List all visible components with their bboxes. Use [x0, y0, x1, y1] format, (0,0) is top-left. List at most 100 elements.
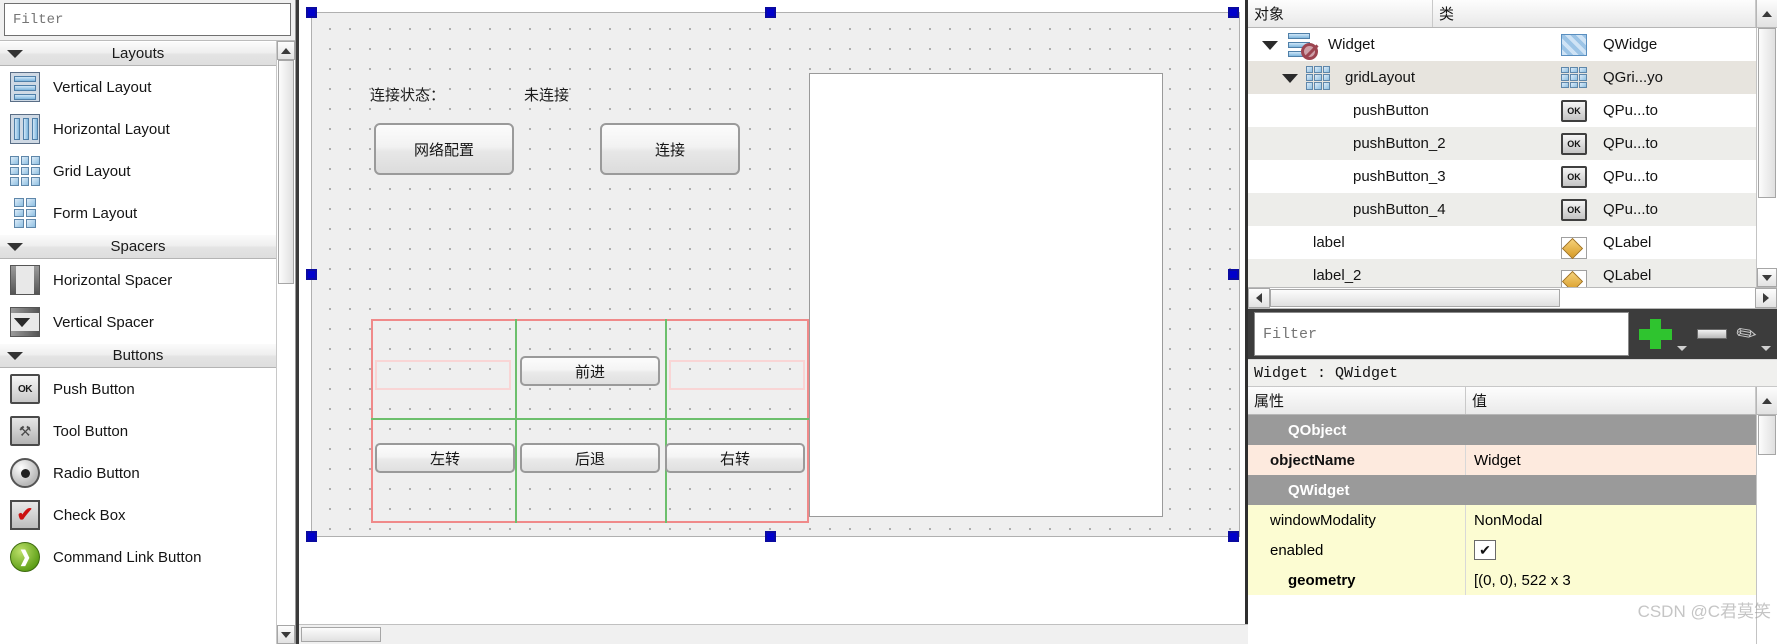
property-filter-input[interactable] — [1254, 312, 1629, 356]
turn-right-button[interactable]: 右转 — [665, 443, 805, 473]
property-table-header: 属性 值 — [1248, 387, 1777, 415]
table-row[interactable]: pushButton_4 OK QPu...to — [1248, 193, 1756, 226]
form-layout-icon — [10, 198, 40, 228]
table-row[interactable]: Widget QWidge — [1248, 28, 1756, 61]
qlabel-class-icon — [1561, 237, 1587, 259]
widget-item-horizontal-spacer[interactable]: Horizontal Spacer — [0, 259, 276, 301]
table-row[interactable]: label QLabel — [1248, 226, 1756, 259]
form-editor-horizontal-scrollbar[interactable] — [299, 624, 1248, 644]
chevron-down-icon[interactable] — [1282, 73, 1298, 83]
turn-left-button[interactable]: 左转 — [375, 443, 515, 473]
object-name: pushButton_2 — [1353, 135, 1446, 152]
object-inspector-horizontal-scrollbar[interactable] — [1248, 287, 1777, 309]
selection-handle-top-right[interactable] — [1228, 7, 1239, 18]
widget-item-push-button[interactable]: OK Push Button — [0, 368, 276, 410]
widget-item-check-box[interactable]: ✔ Check Box — [0, 494, 276, 536]
widget-item-form-layout[interactable]: Form Layout — [0, 192, 276, 234]
scrollbar-track[interactable] — [277, 60, 295, 625]
widget-item-grid-layout[interactable]: Grid Layout — [0, 150, 276, 192]
property-group-qobject[interactable]: QObject — [14, 318, 1756, 445]
object-name: label — [1313, 234, 1345, 251]
property-value[interactable]: Widget — [1466, 445, 1756, 475]
widget-item-vertical-layout[interactable]: Vertical Layout — [0, 66, 276, 108]
table-row[interactable]: label_2 QLabel — [1248, 259, 1756, 287]
selection-handle-bottom-right[interactable] — [1228, 531, 1239, 542]
grid-empty-cell[interactable] — [669, 360, 805, 390]
checkbox-checked-icon[interactable]: ✔ — [1474, 540, 1496, 560]
selection-handle-middle-right[interactable] — [1228, 269, 1239, 280]
design-form-widget[interactable]: 连接状态： 未连接 网络配置 连接 前进 左转 后退 右转 — [311, 12, 1240, 537]
property-row-enabled[interactable]: enabled ✔ — [1248, 535, 1756, 565]
property-value[interactable]: [(0, 0), 522 x 3 — [1466, 565, 1756, 595]
qpushbutton-class-icon: OK — [1561, 132, 1587, 155]
chevron-down-icon[interactable] — [1262, 40, 1278, 50]
property-editor-vertical-scrollbar[interactable] — [1756, 415, 1777, 644]
add-property-icon[interactable] — [1638, 319, 1673, 349]
table-row[interactable]: pushButton OK QPu...to — [1248, 94, 1756, 127]
widget-box-category-buttons[interactable]: Buttons — [0, 343, 276, 368]
scrollbar-track[interactable] — [1757, 28, 1777, 268]
widget-box-list: Layouts Vertical Layout Horizontal Layou… — [0, 41, 276, 644]
backward-button[interactable]: 后退 — [520, 443, 660, 473]
scrollbar-track[interactable] — [1270, 288, 1755, 308]
scrollbar-thumb[interactable] — [1758, 415, 1776, 455]
widget-box-category-layouts[interactable]: Layouts — [0, 41, 276, 66]
connect-button[interactable]: 连接 — [600, 123, 740, 175]
widget-box-scrollbar[interactable] — [276, 41, 295, 644]
scroll-left-button[interactable] — [1248, 288, 1270, 308]
grid-empty-cell[interactable] — [375, 360, 511, 390]
scroll-down-button[interactable] — [1757, 268, 1777, 287]
property-value[interactable]: NonModal — [1466, 505, 1756, 535]
table-row[interactable]: pushButton_2 OK QPu...to — [1248, 127, 1756, 160]
widget-item-command-link-button[interactable]: ❱ Command Link Button — [0, 536, 276, 578]
network-config-button[interactable]: 网络配置 — [374, 123, 514, 175]
property-value-cell[interactable]: ✔ — [1466, 535, 1756, 565]
widget-item-radio-button[interactable]: Radio Button — [0, 452, 276, 494]
property-group-qwidget[interactable]: QWidget — [14, 318, 1756, 505]
selection-handle-middle-left[interactable] — [306, 269, 317, 280]
table-row[interactable]: gridLayout QGri...yo — [1248, 61, 1756, 94]
chevron-down-icon[interactable] — [1676, 346, 1687, 351]
scroll-down-button[interactable] — [277, 625, 295, 644]
scrollbar-thumb[interactable] — [301, 627, 381, 642]
scrollbar-thumb[interactable] — [1270, 289, 1560, 307]
grid-layout-region[interactable]: 前进 左转 后退 右转 — [371, 319, 809, 523]
property-row-objectname[interactable]: objectName Widget — [1248, 445, 1756, 475]
widget-item-tool-button[interactable]: ⚒ Tool Button — [0, 410, 276, 452]
chevron-down-icon[interactable] — [1761, 346, 1771, 351]
object-inspector-tree[interactable]: Widget QWidge gridLayout QGri...yo pushB… — [1248, 28, 1777, 287]
property-row-geometry[interactable]: geometry [(0, 0), 522 x 3 — [1248, 565, 1756, 595]
widget-item-vertical-spacer[interactable]: Vertical Spacer — [0, 301, 276, 343]
display-panel[interactable] — [809, 73, 1163, 517]
object-inspector-vertical-scrollbar[interactable] — [1756, 28, 1777, 287]
widget-box-category-spacers[interactable]: Spacers — [0, 234, 276, 259]
selection-handle-bottom-center[interactable] — [765, 531, 776, 542]
scrollbar-thumb[interactable] — [278, 60, 294, 284]
scroll-up-button[interactable] — [1756, 0, 1777, 27]
remove-property-icon[interactable] — [1696, 329, 1727, 339]
widget-item-label: Vertical Spacer — [53, 313, 154, 331]
forward-button[interactable]: 前进 — [520, 356, 660, 386]
scroll-up-button[interactable] — [277, 41, 295, 60]
scroll-up-button[interactable] — [1756, 387, 1777, 414]
property-table[interactable]: QObject objectName Widget QWidget window… — [14, 318, 1777, 644]
widget-box-filter-input[interactable] — [4, 3, 291, 36]
widget-item-label: Tool Button — [53, 422, 129, 440]
wrench-icon[interactable]: ✎ — [1730, 316, 1763, 351]
scrollbar-track[interactable] — [1757, 415, 1777, 644]
selection-handle-top-center[interactable] — [765, 7, 776, 18]
class-column-header[interactable]: 类 — [1433, 0, 1756, 27]
object-class: QLabel — [1603, 234, 1652, 251]
value-column-header[interactable]: 值 — [1466, 387, 1756, 414]
form-editor-area[interactable]: 连接状态： 未连接 网络配置 连接 前进 左转 后退 右转 — [296, 0, 1248, 644]
scrollbar-thumb[interactable] — [1758, 28, 1776, 198]
property-column-header[interactable]: 属性 — [1248, 387, 1466, 414]
property-row-windowmodality[interactable]: windowModality NonModal — [1248, 505, 1756, 535]
scroll-right-button[interactable] — [1755, 288, 1777, 308]
selection-handle-top-left[interactable] — [306, 7, 317, 18]
object-column-header[interactable]: 对象 — [1248, 0, 1433, 27]
selection-handle-bottom-left[interactable] — [306, 531, 317, 542]
widget-item-horizontal-layout[interactable]: Horizontal Layout — [0, 108, 276, 150]
table-row[interactable]: pushButton_3 OK QPu...to — [1248, 160, 1756, 193]
chevron-down-icon — [7, 242, 23, 251]
